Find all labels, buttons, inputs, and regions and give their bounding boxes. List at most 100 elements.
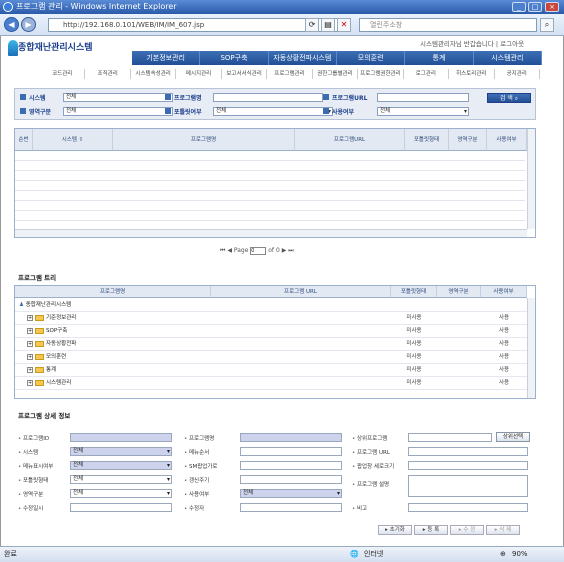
popup-size-field[interactable] — [408, 461, 528, 470]
table-row[interactable] — [15, 181, 525, 191]
parent-select-button[interactable]: 상위선택 — [496, 432, 530, 442]
sub-menu-item[interactable]: 프로그램관리 — [267, 69, 313, 79]
edit-button[interactable]: ▸ 수 정 — [450, 525, 484, 535]
table-row[interactable] — [15, 191, 525, 201]
close-button[interactable]: × — [545, 2, 559, 12]
table-row[interactable] — [15, 171, 525, 181]
program-url-field[interactable] — [408, 447, 528, 456]
tree-node[interactable]: + 모의훈련 미사용 사용 — [15, 351, 527, 364]
sub-menu-item[interactable]: 보고서서식관리 — [222, 69, 268, 79]
system-field[interactable]: 전체 — [70, 447, 172, 456]
table-row[interactable] — [15, 151, 525, 161]
parent-program-field[interactable] — [408, 433, 492, 442]
folder-icon — [35, 327, 44, 334]
main-menu-item[interactable]: SOP구축 — [200, 51, 269, 65]
grid-horizontal-scrollbar[interactable] — [15, 229, 527, 237]
sub-menu-item[interactable]: 권한그룹별관리 — [313, 69, 359, 79]
expand-icon[interactable]: + — [27, 327, 33, 334]
last-page-icon[interactable]: ⏭ — [288, 247, 293, 254]
menu-show-field[interactable]: 전체 — [70, 461, 172, 470]
modifier-field[interactable] — [240, 503, 342, 512]
portlet-select[interactable]: 전체 — [213, 107, 333, 116]
first-page-icon[interactable]: ⏮ — [220, 247, 225, 254]
stop-icon[interactable]: ✕ — [337, 18, 351, 32]
program-id-field[interactable] — [70, 433, 172, 442]
refresh-icon[interactable]: ⟳ — [305, 18, 319, 32]
sub-menu-item[interactable]: 메시지관리 — [176, 69, 222, 79]
tree-root[interactable]: ♟ 종합재난관리시스템 — [15, 299, 527, 312]
note-field[interactable] — [408, 503, 528, 512]
search-button[interactable]: 검 색 ⌕ — [487, 93, 531, 103]
sm-page-field[interactable] — [240, 461, 342, 470]
grid-header-portlet[interactable]: 포틀릿형태 — [405, 129, 449, 151]
program-name-input[interactable] — [213, 93, 323, 102]
search-icon[interactable]: ⌕ — [540, 18, 554, 32]
sub-menu-item[interactable]: 로그관리 — [404, 69, 450, 79]
maximize-button[interactable]: □ — [528, 2, 542, 12]
sub-menu-item[interactable]: 히스토리관리 — [449, 69, 495, 79]
sub-menu-item[interactable]: 조직관리 — [85, 69, 131, 79]
expand-icon[interactable]: + — [27, 379, 33, 386]
main-menu-item[interactable]: 기본정보관리 — [132, 51, 201, 65]
created-field[interactable] — [70, 503, 172, 512]
portlet-type-field[interactable]: 전체 — [70, 475, 172, 484]
compat-icon[interactable]: ▤ — [321, 18, 335, 32]
user-info[interactable]: 시스템관리자님 반갑습니다 | 로그아웃 — [420, 38, 524, 48]
delete-button[interactable]: ▸ 삭 제 — [486, 525, 520, 535]
main-menu-item[interactable]: 시스템관리 — [474, 51, 542, 65]
tree-vertical-scrollbar[interactable] — [527, 298, 535, 398]
main-menu-item[interactable]: 자동상황전파시스템 — [269, 51, 337, 65]
prev-page-icon[interactable]: ◀ — [227, 247, 232, 254]
grid-header-program-name[interactable]: 프로그램명 — [113, 129, 295, 151]
address-input[interactable]: http://192.168.0.101/WEB/IM/IM_607.jsp — [48, 18, 348, 32]
next-page-icon[interactable]: ▶ — [282, 247, 287, 254]
use-select[interactable]: 전체 — [377, 107, 469, 116]
sub-menu-item[interactable]: 프로그램권한관리 — [358, 69, 404, 79]
tree-header-portlet: 포틀릿형태 — [391, 286, 437, 298]
grid-header-no[interactable]: 순번 — [15, 129, 33, 151]
grid-header-area[interactable]: 영역구분 — [449, 129, 487, 151]
expand-icon[interactable]: + — [27, 353, 33, 360]
tree-node[interactable]: + 통계 미사용 사용 — [15, 364, 527, 377]
tree-node[interactable]: + 자동상황전파 미사용 사용 — [15, 338, 527, 351]
program-url-input[interactable] — [377, 93, 469, 102]
back-arrow-icon[interactable]: ◀ — [4, 17, 19, 32]
system-select[interactable]: 전체 — [63, 93, 173, 102]
expand-icon[interactable]: + — [27, 366, 33, 373]
forward-arrow-icon[interactable]: ▶ — [21, 17, 36, 32]
table-row[interactable] — [15, 161, 525, 171]
main-navigation: 기본정보관리 SOP구축 자동상황전파시스템 모의훈련 통계 시스템관리 — [132, 51, 542, 65]
zoom-icon[interactable]: ⊕ — [500, 547, 506, 562]
tree-node[interactable]: + 기준정보관리 미사용 사용 — [15, 312, 527, 325]
sub-menu-item[interactable]: 시스템속성관리 — [131, 69, 177, 79]
program-name-field[interactable] — [240, 433, 342, 442]
grid-vertical-scrollbar[interactable] — [527, 129, 535, 229]
grid-header-use[interactable]: 사용여부 — [487, 129, 527, 151]
reset-button[interactable]: ▸ 초기화 — [378, 525, 412, 535]
program-desc-textarea[interactable] — [408, 475, 528, 497]
use-field[interactable]: 전체 — [240, 489, 342, 498]
sub-menu-item[interactable]: 공지관리 — [495, 69, 540, 79]
main-menu-item[interactable]: 모의훈련 — [337, 51, 406, 65]
browser-search-input[interactable]: 열린주소창 — [359, 18, 537, 32]
table-row[interactable] — [15, 201, 525, 211]
grid-header-system[interactable]: 시스템 ⇧ — [33, 129, 113, 151]
area-field[interactable]: 전체 — [70, 489, 172, 498]
main-menu-item[interactable]: 통계 — [405, 51, 474, 65]
expand-icon[interactable]: + — [27, 314, 33, 321]
grid-header-program-url[interactable]: 프로그램URL — [295, 129, 405, 151]
register-button[interactable]: ▸ 등 록 — [414, 525, 448, 535]
minimize-button[interactable]: _ — [512, 2, 526, 12]
refresh-field[interactable] — [240, 475, 342, 484]
zoom-level[interactable]: 90% — [512, 547, 528, 562]
page-input[interactable] — [250, 247, 267, 255]
table-row[interactable] — [15, 211, 525, 221]
tree-node[interactable]: + 시스템관리 미사용 사용 — [15, 377, 527, 390]
tree-node[interactable]: + SOP구축 미사용 사용 — [15, 325, 527, 338]
program-grid: 순번 시스템 ⇧ 프로그램명 프로그램URL 포틀릿형태 영역구분 사용여부 — [14, 128, 536, 238]
expand-icon[interactable]: + — [27, 340, 33, 347]
note-label: 비고 — [352, 504, 367, 512]
area-select[interactable]: 전체 — [63, 107, 173, 116]
sub-menu-item[interactable]: 코드관리 — [40, 69, 86, 79]
menu-order-field[interactable] — [240, 447, 342, 456]
